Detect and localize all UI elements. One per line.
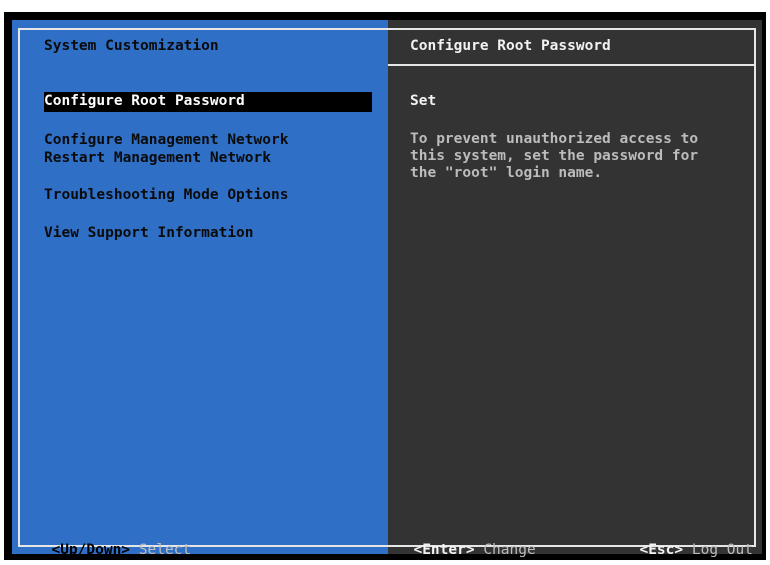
menu-item-view-support-information[interactable]: View Support Information (44, 224, 254, 243)
system-customization-title: System Customization (44, 38, 219, 54)
right-top-border (388, 28, 756, 30)
footer-select-label: Select (138, 542, 192, 558)
menu-item-restart-management-network[interactable]: Restart Management Network (44, 149, 271, 168)
footer-space-middle (475, 542, 484, 558)
footer-enter-change: <Enter> Change (396, 522, 536, 560)
footer-esc-logout: <Esc> Log Out (622, 522, 753, 560)
menu-item-troubleshooting-mode-options[interactable]: Troubleshooting Mode Options (44, 186, 288, 205)
footer-esc-key: <Esc> (639, 542, 684, 558)
menu-item-configure-management-network[interactable]: Configure Management Network (44, 131, 288, 150)
right-title-underline (388, 64, 756, 66)
footer-enter-key: <Enter> (413, 542, 475, 558)
right-panel (388, 20, 762, 554)
footer-up-down-key: <Up/Down> (51, 542, 131, 558)
configure-root-password-description: To prevent unauthorized access to this s… (410, 131, 699, 181)
left-left-border (18, 28, 20, 546)
menu-item-configure-root-password[interactable]: Configure Root Password (44, 92, 372, 112)
password-status: Set (410, 93, 437, 109)
right-panel-title: Configure Root Password (410, 38, 611, 54)
footer-space-right (683, 542, 692, 558)
left-top-border (18, 28, 388, 30)
footer-space-left (130, 542, 139, 558)
right-right-border (754, 28, 756, 546)
footer-up-down-select: <Up/Down> Select (34, 522, 191, 560)
footer-change-label: Change (483, 542, 536, 558)
footer-log-out-label: Log Out (691, 542, 753, 558)
